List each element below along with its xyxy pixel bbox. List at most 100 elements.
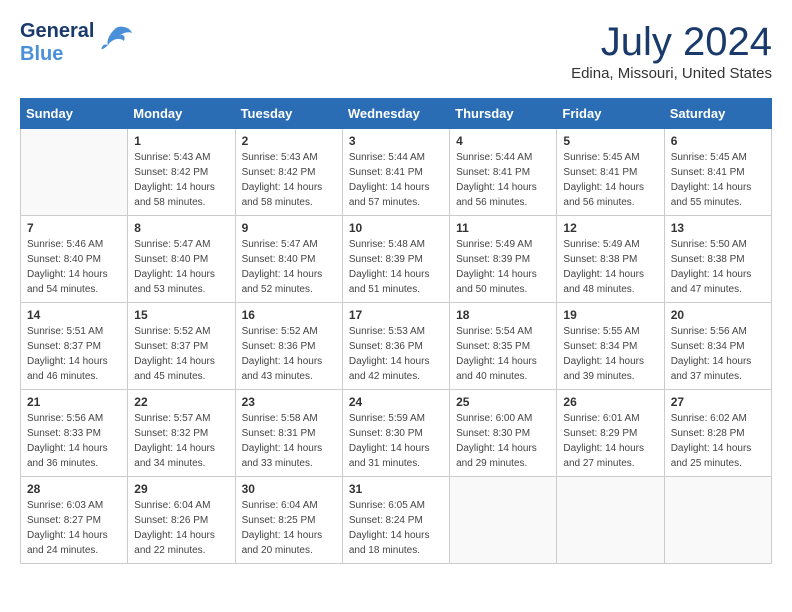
calendar-cell bbox=[450, 477, 557, 564]
day-info: Sunrise: 5:57 AM Sunset: 8:32 PM Dayligh… bbox=[134, 411, 228, 471]
day-info: Sunrise: 6:04 AM Sunset: 8:26 PM Dayligh… bbox=[134, 498, 228, 558]
calendar-cell: 31Sunrise: 6:05 AM Sunset: 8:24 PM Dayli… bbox=[342, 477, 449, 564]
week-row-1: 1Sunrise: 5:43 AM Sunset: 8:42 PM Daylig… bbox=[21, 129, 772, 216]
day-number: 14 bbox=[27, 308, 121, 322]
day-header-thursday: Thursday bbox=[450, 99, 557, 129]
day-info: Sunrise: 6:02 AM Sunset: 8:28 PM Dayligh… bbox=[671, 411, 765, 471]
calendar-cell: 20Sunrise: 5:56 AM Sunset: 8:34 PM Dayli… bbox=[664, 303, 771, 390]
day-info: Sunrise: 6:03 AM Sunset: 8:27 PM Dayligh… bbox=[27, 498, 121, 558]
title-section: July 2024 Edina, Missouri, United States bbox=[571, 20, 772, 82]
calendar-cell: 16Sunrise: 5:52 AM Sunset: 8:36 PM Dayli… bbox=[235, 303, 342, 390]
day-header-sunday: Sunday bbox=[21, 99, 128, 129]
day-info: Sunrise: 5:44 AM Sunset: 8:41 PM Dayligh… bbox=[456, 150, 550, 210]
week-row-5: 28 Sunrise: 6:03 AM Sunset: 8:27 PM Dayli… bbox=[21, 477, 772, 564]
day-number: 24 bbox=[349, 395, 443, 409]
day-number: 25 bbox=[456, 395, 550, 409]
day-info: Sunrise: 5:52 AM Sunset: 8:37 PM Dayligh… bbox=[134, 324, 228, 384]
day-number: 30 bbox=[242, 482, 336, 496]
calendar-cell: 30 Sunrise: 6:04 AM Sunset: 8:25 PM Dayli… bbox=[235, 477, 342, 564]
logo: General Blue bbox=[20, 20, 134, 66]
day-info: Sunrise: 5:50 AM Sunset: 8:38 PM Dayligh… bbox=[671, 237, 765, 297]
day-number: 11 bbox=[456, 221, 550, 235]
day-header-monday: Monday bbox=[128, 99, 235, 129]
day-number: 27 bbox=[671, 395, 765, 409]
calendar-cell: 18 Sunrise: 5:54 AM Sunset: 8:35 PM Dayli… bbox=[450, 303, 557, 390]
day-number: 20 bbox=[671, 308, 765, 322]
calendar-cell: 24 Sunrise: 5:59 AM Sunset: 8:30 PM Dayli… bbox=[342, 390, 449, 477]
calendar-cell: 23 Sunrise: 5:58 AM Sunset: 8:31 PM Dayli… bbox=[235, 390, 342, 477]
day-info: Sunrise: 5:56 AM Sunset: 8:33 PM Dayligh… bbox=[27, 411, 121, 471]
calendar-cell: 10Sunrise: 5:48 AM Sunset: 8:39 PM Dayli… bbox=[342, 216, 449, 303]
day-info: Sunrise: 6:05 AM Sunset: 8:24 PM Dayligh… bbox=[349, 498, 443, 558]
day-number: 19 bbox=[563, 308, 657, 322]
day-info: Sunrise: 5:54 AM Sunset: 8:35 PM Dayligh… bbox=[456, 324, 550, 384]
day-number: 23 bbox=[242, 395, 336, 409]
calendar-cell: 25 Sunrise: 6:00 AM Sunset: 8:30 PM Dayli… bbox=[450, 390, 557, 477]
day-info: Sunrise: 5:49 AM Sunset: 8:38 PM Dayligh… bbox=[563, 237, 657, 297]
day-number: 29 bbox=[134, 482, 228, 496]
day-number: 7 bbox=[27, 221, 121, 235]
day-info: Sunrise: 6:00 AM Sunset: 8:30 PM Dayligh… bbox=[456, 411, 550, 471]
month-title: July 2024 bbox=[571, 20, 772, 65]
calendar-cell: 27 Sunrise: 6:02 AM Sunset: 8:28 PM Dayli… bbox=[664, 390, 771, 477]
day-header-wednesday: Wednesday bbox=[342, 99, 449, 129]
day-info: Sunrise: 5:48 AM Sunset: 8:39 PM Dayligh… bbox=[349, 237, 443, 297]
calendar-cell: 11 Sunrise: 5:49 AM Sunset: 8:39 PM Dayli… bbox=[450, 216, 557, 303]
day-info: Sunrise: 5:53 AM Sunset: 8:36 PM Dayligh… bbox=[349, 324, 443, 384]
logo-bird-icon bbox=[98, 23, 134, 60]
day-header-tuesday: Tuesday bbox=[235, 99, 342, 129]
day-info: Sunrise: 5:59 AM Sunset: 8:30 PM Dayligh… bbox=[349, 411, 443, 471]
calendar-cell: 17Sunrise: 5:53 AM Sunset: 8:36 PM Dayli… bbox=[342, 303, 449, 390]
day-info: Sunrise: 5:49 AM Sunset: 8:39 PM Dayligh… bbox=[456, 237, 550, 297]
day-number: 13 bbox=[671, 221, 765, 235]
day-number: 3 bbox=[349, 134, 443, 148]
day-info: Sunrise: 5:43 AM Sunset: 8:42 PM Dayligh… bbox=[134, 150, 228, 210]
day-info: Sunrise: 5:44 AM Sunset: 8:41 PM Dayligh… bbox=[349, 150, 443, 210]
day-number: 9 bbox=[242, 221, 336, 235]
day-info: Sunrise: 5:58 AM Sunset: 8:31 PM Dayligh… bbox=[242, 411, 336, 471]
day-number: 2 bbox=[242, 134, 336, 148]
day-header-saturday: Saturday bbox=[664, 99, 771, 129]
calendar-cell: 15Sunrise: 5:52 AM Sunset: 8:37 PM Dayli… bbox=[128, 303, 235, 390]
calendar-cell: 26 Sunrise: 6:01 AM Sunset: 8:29 PM Dayli… bbox=[557, 390, 664, 477]
page-header: General Blue July 2024 Edina, Missouri, … bbox=[20, 20, 772, 82]
day-info: Sunrise: 5:55 AM Sunset: 8:34 PM Dayligh… bbox=[563, 324, 657, 384]
calendar-cell: 14 Sunrise: 5:51 AM Sunset: 8:37 PM Dayli… bbox=[21, 303, 128, 390]
day-info: Sunrise: 5:46 AM Sunset: 8:40 PM Dayligh… bbox=[27, 237, 121, 297]
calendar-cell bbox=[21, 129, 128, 216]
calendar-cell: 6Sunrise: 5:45 AM Sunset: 8:41 PM Daylig… bbox=[664, 129, 771, 216]
calendar-cell bbox=[557, 477, 664, 564]
day-info: Sunrise: 5:47 AM Sunset: 8:40 PM Dayligh… bbox=[134, 237, 228, 297]
location-subtitle: Edina, Missouri, United States bbox=[571, 65, 772, 82]
day-number: 18 bbox=[456, 308, 550, 322]
calendar-cell: 9 Sunrise: 5:47 AM Sunset: 8:40 PM Daylig… bbox=[235, 216, 342, 303]
day-number: 22 bbox=[134, 395, 228, 409]
day-info: Sunrise: 5:43 AM Sunset: 8:42 PM Dayligh… bbox=[242, 150, 336, 210]
day-headers-row: SundayMondayTuesdayWednesdayThursdayFrid… bbox=[21, 99, 772, 129]
day-number: 5 bbox=[563, 134, 657, 148]
logo-line2: Blue bbox=[20, 43, 94, 66]
calendar-cell: 1Sunrise: 5:43 AM Sunset: 8:42 PM Daylig… bbox=[128, 129, 235, 216]
day-number: 6 bbox=[671, 134, 765, 148]
calendar-cell: 13 Sunrise: 5:50 AM Sunset: 8:38 PM Dayli… bbox=[664, 216, 771, 303]
day-number: 28 bbox=[27, 482, 121, 496]
day-info: Sunrise: 5:47 AM Sunset: 8:40 PM Dayligh… bbox=[242, 237, 336, 297]
calendar-cell: 21Sunrise: 5:56 AM Sunset: 8:33 PM Dayli… bbox=[21, 390, 128, 477]
calendar-cell: 8Sunrise: 5:47 AM Sunset: 8:40 PM Daylig… bbox=[128, 216, 235, 303]
calendar-table: SundayMondayTuesdayWednesdayThursdayFrid… bbox=[20, 98, 772, 564]
day-info: Sunrise: 5:51 AM Sunset: 8:37 PM Dayligh… bbox=[27, 324, 121, 384]
calendar-cell: 5 Sunrise: 5:45 AM Sunset: 8:41 PM Daylig… bbox=[557, 129, 664, 216]
calendar-cell: 19 Sunrise: 5:55 AM Sunset: 8:34 PM Dayli… bbox=[557, 303, 664, 390]
day-info: Sunrise: 6:01 AM Sunset: 8:29 PM Dayligh… bbox=[563, 411, 657, 471]
day-number: 12 bbox=[563, 221, 657, 235]
calendar-cell: 4Sunrise: 5:44 AM Sunset: 8:41 PM Daylig… bbox=[450, 129, 557, 216]
day-number: 26 bbox=[563, 395, 657, 409]
logo-line1: General bbox=[20, 20, 94, 43]
calendar-cell: 29 Sunrise: 6:04 AM Sunset: 8:26 PM Dayli… bbox=[128, 477, 235, 564]
day-info: Sunrise: 6:04 AM Sunset: 8:25 PM Dayligh… bbox=[242, 498, 336, 558]
calendar-cell: 12 Sunrise: 5:49 AM Sunset: 8:38 PM Dayli… bbox=[557, 216, 664, 303]
calendar-cell: 22 Sunrise: 5:57 AM Sunset: 8:32 PM Dayli… bbox=[128, 390, 235, 477]
week-row-4: 21Sunrise: 5:56 AM Sunset: 8:33 PM Dayli… bbox=[21, 390, 772, 477]
day-header-friday: Friday bbox=[557, 99, 664, 129]
day-info: Sunrise: 5:45 AM Sunset: 8:41 PM Dayligh… bbox=[563, 150, 657, 210]
